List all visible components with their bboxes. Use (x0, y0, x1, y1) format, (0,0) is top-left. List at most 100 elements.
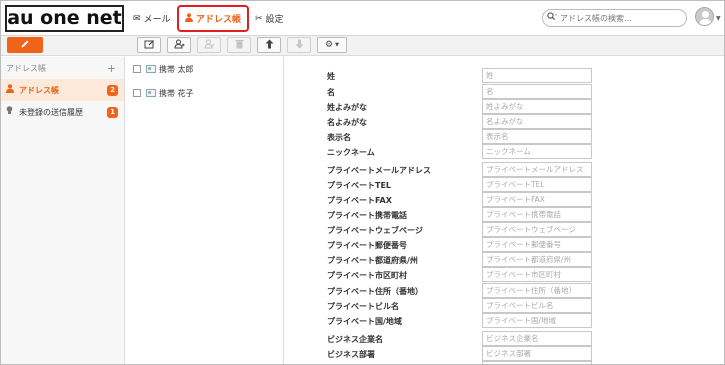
list-item[interactable]: 携帯 太郎 (126, 57, 283, 81)
new-card-button[interactable] (137, 37, 161, 53)
field-input[interactable] (482, 99, 592, 114)
field-label: プライベートウェブページ (327, 226, 423, 235)
field-input[interactable] (482, 84, 592, 99)
contact-detail-form: 姓名姓よみがな名よみがな表示名ニックネームプライベートメールアドレスプライベート… (285, 57, 724, 364)
field-label: ニックネーム (327, 148, 375, 157)
form-row: 表示名 (285, 129, 724, 145)
pencil-icon (20, 39, 30, 52)
nav-address-book-label: アドレス帳 (195, 15, 241, 25)
sidebar-header: アドレス帳 + (1, 57, 124, 79)
field-input[interactable] (482, 298, 592, 313)
search-input[interactable] (560, 13, 680, 23)
person-icon (6, 84, 16, 96)
contact-card-icon (146, 89, 156, 97)
add-group-button[interactable]: + (107, 62, 116, 75)
form-row: プライベートメールアドレス (285, 162, 724, 178)
sidebar-item-label: アドレス帳 (19, 85, 59, 95)
sidebar: アドレス帳 + アドレス帳 2 未登録の送信履歴 1 (1, 57, 125, 364)
field-input[interactable] (482, 346, 592, 361)
form-row: プライベート市区町村 (285, 267, 724, 283)
upload-button[interactable] (257, 37, 281, 53)
field-input[interactable] (482, 144, 592, 159)
checkbox[interactable] (133, 65, 141, 73)
count-badge: 1 (107, 106, 118, 118)
field-input[interactable] (482, 361, 592, 364)
form-row: プライベート住所（番地） (285, 283, 724, 299)
logo[interactable]: au one net (5, 5, 124, 32)
field-label: プライベートビル名 (327, 302, 399, 311)
field-input[interactable] (482, 237, 592, 252)
field-label: 姓 (327, 72, 335, 81)
search-box[interactable] (542, 9, 687, 27)
form-row: プライベートTEL (285, 177, 724, 193)
envelope-icon: ✉ (133, 13, 141, 24)
form-row: プライベート携帯電話 (285, 207, 724, 223)
contact-card-icon (146, 65, 156, 73)
field-label: ビジネス部署 (327, 350, 375, 359)
add-contact-button[interactable] (167, 37, 191, 53)
form-row: ビジネス役職 (285, 361, 724, 364)
checkbox[interactable] (133, 89, 141, 97)
field-input[interactable] (482, 114, 592, 129)
field-label: 姓よみがな (327, 103, 367, 112)
form-row: プライベート国/地域 (285, 313, 724, 329)
settings-menu-button[interactable]: ⚙ ▼ (317, 37, 347, 53)
field-label: プライベートTEL (327, 181, 392, 190)
edit-contact-button[interactable] (197, 37, 221, 53)
field-label: ビジネス企業名 (327, 335, 383, 344)
new-card-icon (144, 39, 155, 52)
sidebar-item-unregistered-history[interactable]: 未登録の送信履歴 1 (1, 101, 124, 123)
count-badge: 2 (107, 84, 118, 96)
delete-button[interactable] (227, 37, 251, 53)
avatar-body (699, 19, 712, 25)
sidebar-item-address-book[interactable]: アドレス帳 2 (1, 79, 124, 101)
form-row: 姓よみがな (285, 99, 724, 115)
chevron-down-icon[interactable]: ▼ (716, 15, 721, 22)
form-row: プライベート郵便番号 (285, 237, 724, 253)
field-input[interactable] (482, 162, 592, 177)
field-input[interactable] (482, 222, 592, 237)
search-icon[interactable] (547, 12, 557, 24)
form-row: 名 (285, 84, 724, 100)
nav-address-book[interactable]: アドレス帳 (177, 5, 249, 32)
field-label: プライベート携帯電話 (327, 211, 407, 220)
field-label: プライベート郵便番号 (327, 241, 407, 250)
field-input[interactable] (482, 129, 592, 144)
field-input[interactable] (482, 267, 592, 282)
lightbulb-icon (6, 106, 16, 118)
field-input[interactable] (482, 68, 592, 83)
form-row: プライベートFAX (285, 192, 724, 208)
field-input[interactable] (482, 331, 592, 346)
field-label: プライベート国/地域 (327, 317, 402, 326)
field-input[interactable] (482, 283, 592, 298)
person-icon (184, 12, 193, 25)
nav-mail[interactable]: ✉ メール (133, 5, 171, 32)
field-label: プライベート市区町村 (327, 271, 407, 280)
trash-icon (235, 39, 244, 52)
new-contact-button[interactable] (7, 37, 43, 53)
field-input[interactable] (482, 192, 592, 207)
nav-settings-label: 設定 (265, 15, 284, 25)
download-button[interactable] (287, 37, 311, 53)
add-contact-icon (173, 39, 185, 52)
contact-name: 携帯 太郎 (159, 64, 194, 74)
form-row: 姓 (285, 68, 724, 84)
field-input[interactable] (482, 313, 592, 328)
sidebar-item-label: 未登録の送信履歴 (19, 107, 83, 117)
field-input[interactable] (482, 207, 592, 222)
form-row: 名よみがな (285, 114, 724, 130)
download-icon (295, 39, 304, 52)
tools-icon: ✂ (255, 13, 263, 24)
avatar-head (702, 11, 709, 18)
avatar[interactable] (695, 7, 714, 26)
list-item[interactable]: 携帯 花子 (126, 81, 283, 105)
field-input[interactable] (482, 177, 592, 192)
field-label: プライベート都道府県/州 (327, 256, 418, 265)
field-label: 名よみがな (327, 118, 367, 127)
form-row: ニックネーム (285, 144, 724, 160)
field-input[interactable] (482, 252, 592, 267)
toolbar: ⚙ ▼ (1, 36, 724, 56)
form-row: プライベートウェブページ (285, 222, 724, 238)
nav-settings[interactable]: ✂ 設定 (255, 5, 284, 32)
field-label: 表示名 (327, 133, 351, 142)
